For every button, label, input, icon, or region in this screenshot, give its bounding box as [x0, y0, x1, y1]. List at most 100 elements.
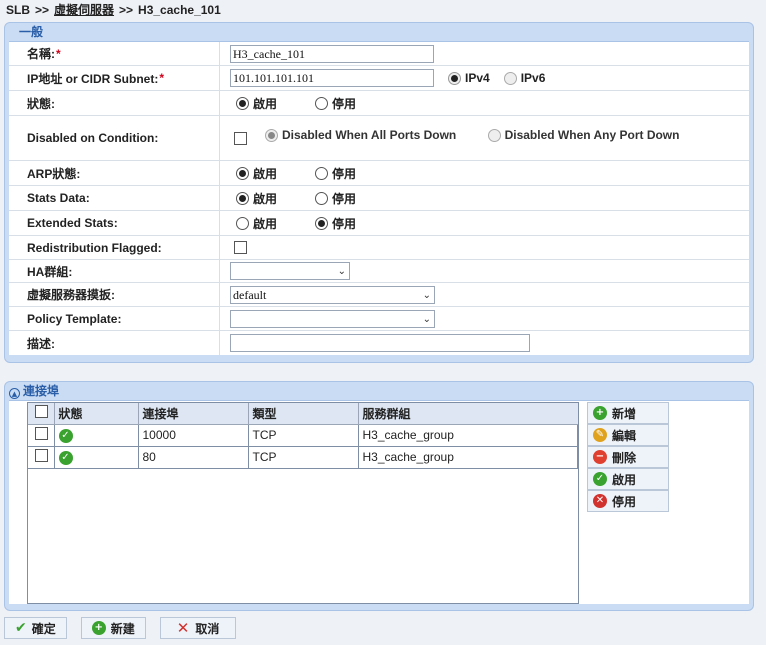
policy-template-select[interactable]: ⌄	[230, 309, 435, 328]
x-circle-icon: ✕	[593, 494, 607, 508]
col-type[interactable]: 類型	[248, 403, 359, 425]
status-disable-radio[interactable]: 停用	[315, 95, 356, 112]
vs-template-label-cell: 虛擬服務器摸扳:	[9, 283, 220, 306]
disabled-condition-label-cell: Disabled on Condition:	[9, 116, 220, 160]
col-status[interactable]: 狀態	[54, 403, 139, 425]
ip-label: IP地址 or CIDR Subnet:	[27, 71, 159, 86]
arp-label: ARP狀態:	[27, 166, 81, 181]
stats-disable-radio[interactable]: 停用	[315, 190, 356, 207]
vs-template-select[interactable]: default ⌄	[230, 285, 435, 304]
radio-label: 啟用	[253, 96, 278, 111]
collapse-icon[interactable]: ▲	[9, 388, 20, 399]
radio-dot	[236, 96, 249, 110]
ipv4-radio[interactable]: IPv4	[448, 71, 490, 85]
ip-input[interactable]: 101.101.101.101	[230, 69, 434, 87]
arp-label-cell: ARP狀態:	[9, 161, 220, 185]
row-checkbox[interactable]	[35, 427, 48, 440]
ok-button[interactable]: ✔ 確定	[4, 617, 67, 639]
description-input[interactable]	[230, 334, 530, 352]
general-form: 名稱: * H3_cache_101 IP地址 or CIDR Subnet: * …	[9, 41, 749, 355]
disable-port-button[interactable]: ✕ 停用	[587, 490, 669, 512]
add-port-button[interactable]: + 新增	[587, 402, 669, 424]
description-row: 描述:	[9, 331, 749, 355]
delete-label: 刪除	[612, 450, 637, 465]
name-value-cell: H3_cache_101	[220, 42, 749, 65]
ports-grid: 狀態 連接埠 類型 服務群組 ✓ 10000 TCP H3_cache_grou…	[27, 402, 579, 604]
ports-title-text: 連接埠	[23, 384, 60, 398]
enable-port-button[interactable]: ✓ 啟用	[587, 468, 669, 490]
ext-stats-enable-radio[interactable]: 啟用	[236, 215, 277, 232]
arp-value-cell: 啟用 停用	[220, 161, 749, 185]
ipv4-radio-dot	[448, 71, 461, 85]
new-button[interactable]: + 新建	[80, 617, 146, 639]
ipv6-radio[interactable]: IPv6	[503, 71, 546, 85]
radio-dot	[315, 191, 329, 205]
ha-group-select[interactable]: ⌄	[230, 262, 350, 280]
disabled-condition-label: Disabled on Condition:	[27, 131, 159, 145]
status-label-cell: 狀態:	[9, 91, 220, 115]
col-service-group[interactable]: 服務群組	[358, 403, 578, 425]
table-row[interactable]: ✓ 10000 TCP H3_cache_group	[28, 424, 578, 447]
description-label-cell: 描述:	[9, 331, 220, 355]
vs-template-label: 虛擬服務器摸扳:	[27, 288, 115, 302]
col-port[interactable]: 連接埠	[138, 403, 249, 425]
radio-label: 啟用	[253, 166, 278, 181]
radio-label: 啟用	[253, 216, 278, 231]
required-mark: *	[56, 46, 61, 61]
breadcrumb-parent-link[interactable]: 虛擬伺服器	[54, 3, 114, 17]
ha-group-label-cell: HA群組:	[9, 260, 220, 282]
table-row[interactable]: ✓ 80 TCP H3_cache_group	[28, 446, 578, 469]
delete-port-button[interactable]: − 刪除	[587, 446, 669, 468]
ha-group-label: HA群組:	[27, 264, 73, 279]
policy-template-row: Policy Template: ⌄	[9, 307, 749, 331]
extended-stats-label: Extended Stats:	[27, 216, 118, 230]
vs-template-value-cell: default ⌄	[220, 283, 749, 306]
status-enable-radio[interactable]: 啟用	[236, 95, 277, 112]
chevron-down-icon: ⌄	[422, 289, 431, 301]
arp-disable-radio[interactable]: 停用	[315, 165, 356, 182]
extended-stats-label-cell: Extended Stats:	[9, 211, 220, 235]
cancel-label: 取消	[195, 621, 220, 636]
arp-enable-radio[interactable]: 啟用	[236, 165, 277, 182]
radio-dot	[265, 128, 278, 142]
ipv6-label: IPv6	[520, 71, 546, 85]
ports-panel-title[interactable]: ▲ 連接埠	[5, 382, 753, 400]
general-panel: 一般 名稱: * H3_cache_101 IP地址 or CIDR Subnet…	[4, 22, 754, 363]
radio-dot	[236, 216, 249, 230]
ports-body: 狀態 連接埠 類型 服務群組 ✓ 10000 TCP H3_cache_grou…	[9, 400, 749, 604]
edit-port-button[interactable]: ✎ 編輯	[587, 424, 669, 446]
redistribution-checkbox[interactable]	[234, 241, 247, 254]
cond-any-port-radio[interactable]: Disabled When Any Port Down	[487, 128, 679, 142]
disabled-condition-row: Disabled on Condition: Disabled When All…	[9, 116, 749, 161]
row-checkbox[interactable]	[35, 449, 48, 462]
disabled-condition-value-cell: Disabled When All Ports Down Disabled Wh…	[220, 116, 749, 160]
name-input[interactable]: H3_cache_101	[230, 44, 434, 63]
radio-dot	[315, 96, 329, 110]
name-label: 名稱:	[27, 47, 55, 61]
group-cell: H3_cache_group	[358, 446, 578, 469]
select-all-checkbox[interactable]	[35, 405, 48, 419]
ip-value-cell: 101.101.101.101 IPv4 IPv6	[220, 66, 749, 90]
vs-template-value: default	[233, 287, 267, 302]
select-all-header	[28, 403, 55, 425]
cond-all-ports-radio[interactable]: Disabled When All Ports Down	[265, 128, 456, 142]
description-label: 描述:	[27, 336, 55, 351]
add-label: 新增	[612, 406, 637, 421]
breadcrumb-sep: >>	[119, 3, 134, 17]
status-value-cell: 啟用 停用	[220, 91, 749, 115]
stats-enable-radio[interactable]: 啟用	[236, 190, 277, 207]
close-icon: ✕	[176, 619, 190, 637]
redistribution-label: Redistribution Flagged:	[27, 240, 162, 255]
general-panel-title: 一般	[19, 25, 44, 39]
ext-stats-disable-radio[interactable]: 停用	[315, 215, 356, 232]
disabled-condition-checkbox[interactable]	[234, 131, 247, 145]
redistribution-label-cell: Redistribution Flagged:	[9, 236, 220, 259]
breadcrumb-sep: >>	[35, 3, 50, 17]
radio-label: 啟用	[253, 191, 278, 206]
breadcrumb-current: H3_cache_101	[138, 3, 221, 17]
radio-dot	[315, 166, 329, 180]
cancel-button[interactable]: ✕ 取消	[159, 617, 237, 639]
ports-header-row: 狀態 連接埠 類型 服務群組	[28, 403, 578, 425]
required-mark: *	[159, 71, 165, 85]
plus-icon: +	[593, 406, 607, 420]
